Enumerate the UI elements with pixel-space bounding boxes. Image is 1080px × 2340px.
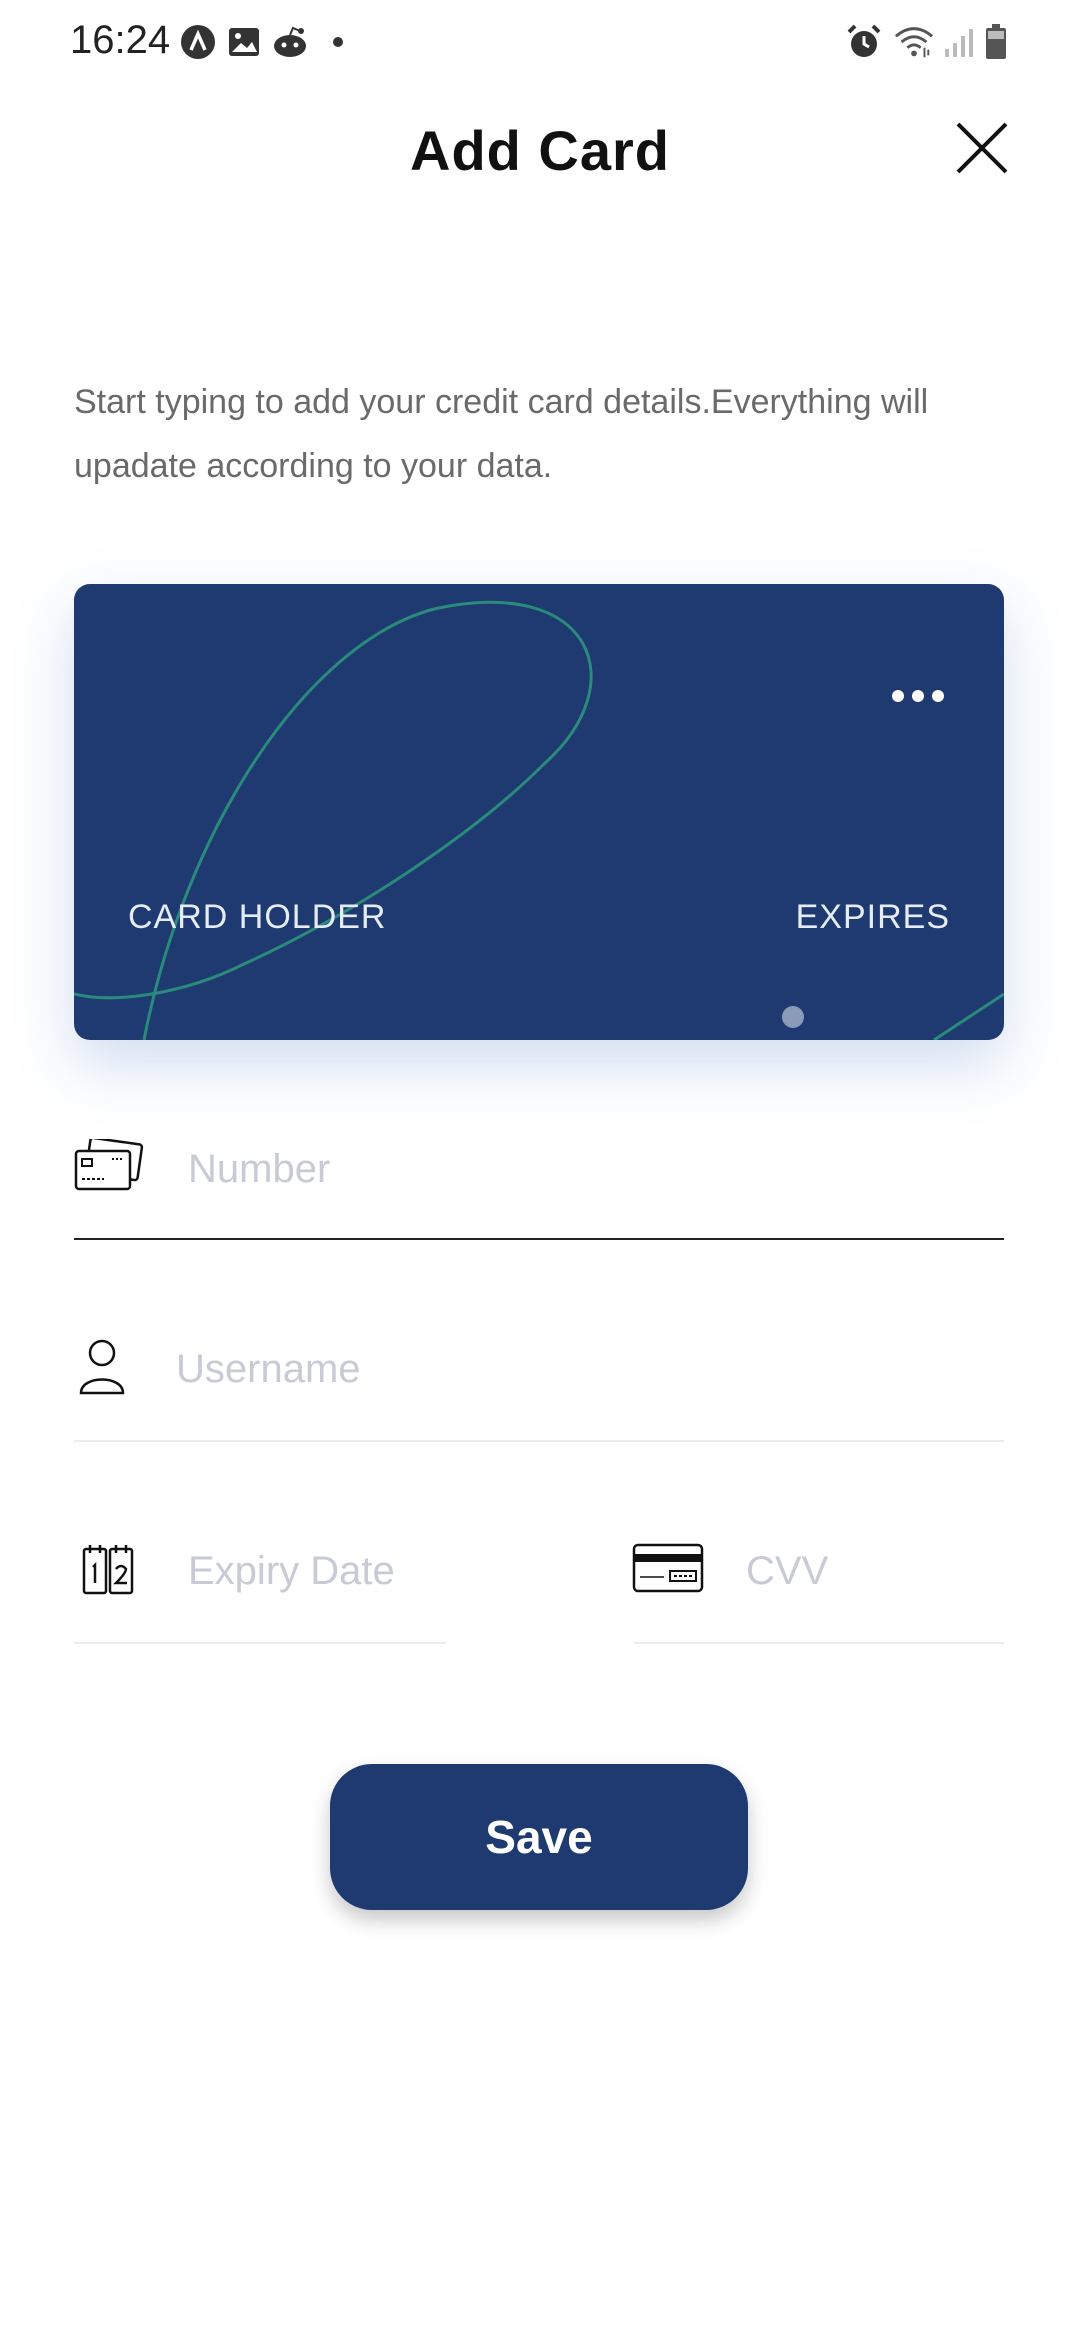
username-underline xyxy=(74,1440,1004,1442)
page-title: Add Card xyxy=(410,119,670,182)
alarm-icon xyxy=(844,22,884,62)
card-holder-label: CARD HOLDER xyxy=(128,898,387,936)
card-cvv-icon xyxy=(632,1542,704,1594)
intro-text: Start typing to add your credit card det… xyxy=(74,383,929,485)
cvv-underline xyxy=(634,1642,1004,1644)
calendar-icon xyxy=(80,1540,136,1598)
wifi-icon xyxy=(894,22,934,62)
reddit-icon xyxy=(270,22,310,62)
card-indicator-dot xyxy=(782,1006,804,1028)
battery-icon xyxy=(976,22,1016,62)
signal-icon xyxy=(940,22,980,62)
close-button[interactable] xyxy=(952,118,1012,178)
user-icon xyxy=(78,1336,126,1396)
expiry-date-input[interactable] xyxy=(186,1542,446,1600)
more-dots-icon xyxy=(892,690,944,702)
expiry-date-underline xyxy=(74,1642,446,1644)
card-preview: CARD HOLDER EXPIRES xyxy=(74,584,1004,1040)
username-input[interactable] xyxy=(174,1340,998,1398)
credit-cards-icon xyxy=(74,1138,144,1194)
card-expires-label: EXPIRES xyxy=(795,898,950,936)
cvv-input[interactable] xyxy=(744,1542,998,1600)
card-number-input[interactable] xyxy=(186,1140,1000,1198)
status-time: 16:24 xyxy=(70,18,171,62)
gallery-icon xyxy=(224,22,264,62)
card-decoration xyxy=(74,600,1004,1040)
save-button[interactable]: Save xyxy=(330,1764,748,1910)
a-app-icon xyxy=(178,22,218,62)
close-icon xyxy=(956,122,1008,174)
dot-icon xyxy=(318,22,358,62)
status-bar: 16:24 xyxy=(0,0,1080,84)
card-more-button[interactable] xyxy=(888,684,948,708)
card-number-underline xyxy=(74,1238,1004,1240)
